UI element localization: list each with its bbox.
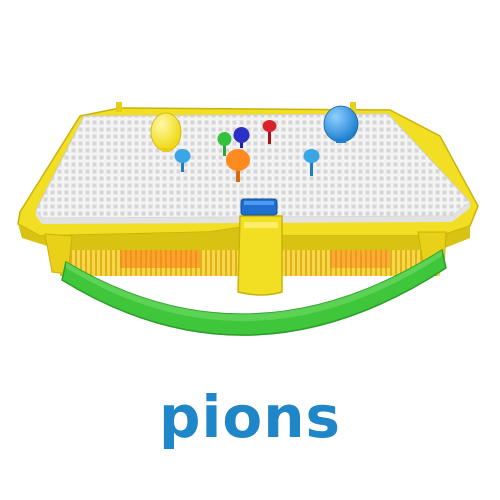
product-caption: pions — [158, 383, 342, 451]
yellow-egg-peg — [150, 112, 182, 152]
peg-board-toy-photo — [0, 0, 500, 380]
